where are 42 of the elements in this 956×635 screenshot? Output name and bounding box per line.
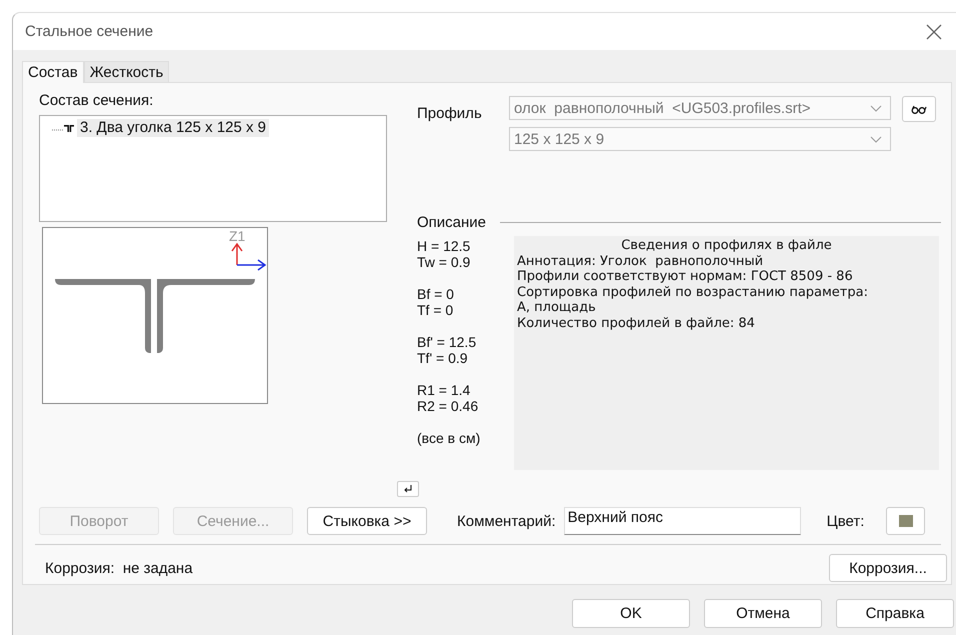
parameter-text: R2 = 0.46 <box>417 398 480 414</box>
corrosion-status: Коррозия: не задана <box>45 560 193 576</box>
parameter-text: Tw = 0.9 <box>417 254 472 270</box>
dialog-button[interactable]: OK <box>572 599 690 628</box>
parameter-text: Bf' = 12.5 <box>417 334 478 350</box>
info-text: Количество профилей в файле: 84 <box>517 316 756 331</box>
parameter-text: Bf = 0 <box>417 286 455 302</box>
description-label: Описание <box>417 214 486 231</box>
axis-label: Z1 <box>229 228 246 244</box>
tab[interactable]: Жесткость <box>84 61 170 82</box>
glasses-icon <box>911 104 927 114</box>
caret-icon <box>870 136 882 142</box>
info-text: Профили соответствуют нормам: ГОСТ 8509 - 86 <box>517 269 854 284</box>
close-icon[interactable] <box>926 24 942 40</box>
caret-icon <box>870 104 882 112</box>
tree-branch-icon <box>52 124 74 132</box>
parameter-text: Tf = 0 <box>417 302 454 318</box>
action-button[interactable]: Стыковка >> <box>307 507 427 535</box>
small-button[interactable] <box>397 481 419 497</box>
parameter-text: (все в см) <box>417 430 482 446</box>
info-text: А, площадь <box>517 300 597 316</box>
dialog-button[interactable]: Справка <box>836 599 954 628</box>
info-text: Сортировка профилей по возрастанию параметра: <box>517 284 869 300</box>
tab[interactable]: Состав <box>22 61 84 83</box>
dialog-button[interactable]: Отмена <box>704 599 822 628</box>
return-icon <box>404 485 412 493</box>
window-title: Стальное сечение <box>25 23 154 40</box>
color-button[interactable] <box>886 507 926 535</box>
info-text: Аннотация: Уголок равнополочный <box>517 254 764 269</box>
comment-label: Комментарий: <box>457 512 556 530</box>
view-button[interactable] <box>902 96 936 122</box>
profile-label: Профиль <box>417 105 483 122</box>
comment-field[interactable]: Верхний пояс <box>564 507 801 535</box>
parameter-text: H = 12.5 <box>417 238 472 254</box>
list-item[interactable]: 3. Два уголка 125 x 125 x 9 <box>77 119 270 137</box>
parameter-text: Tf' = 0.9 <box>417 350 469 366</box>
color-label: Цвет: <box>826 512 864 530</box>
axes-icon <box>231 242 266 271</box>
info-title: Сведения о профилях в файле <box>620 238 833 254</box>
parameter-text: R1 = 1.4 <box>417 382 472 398</box>
composition-label: Состав сечения: <box>39 92 154 110</box>
corrosion-button[interactable]: Коррозия... <box>829 554 947 582</box>
